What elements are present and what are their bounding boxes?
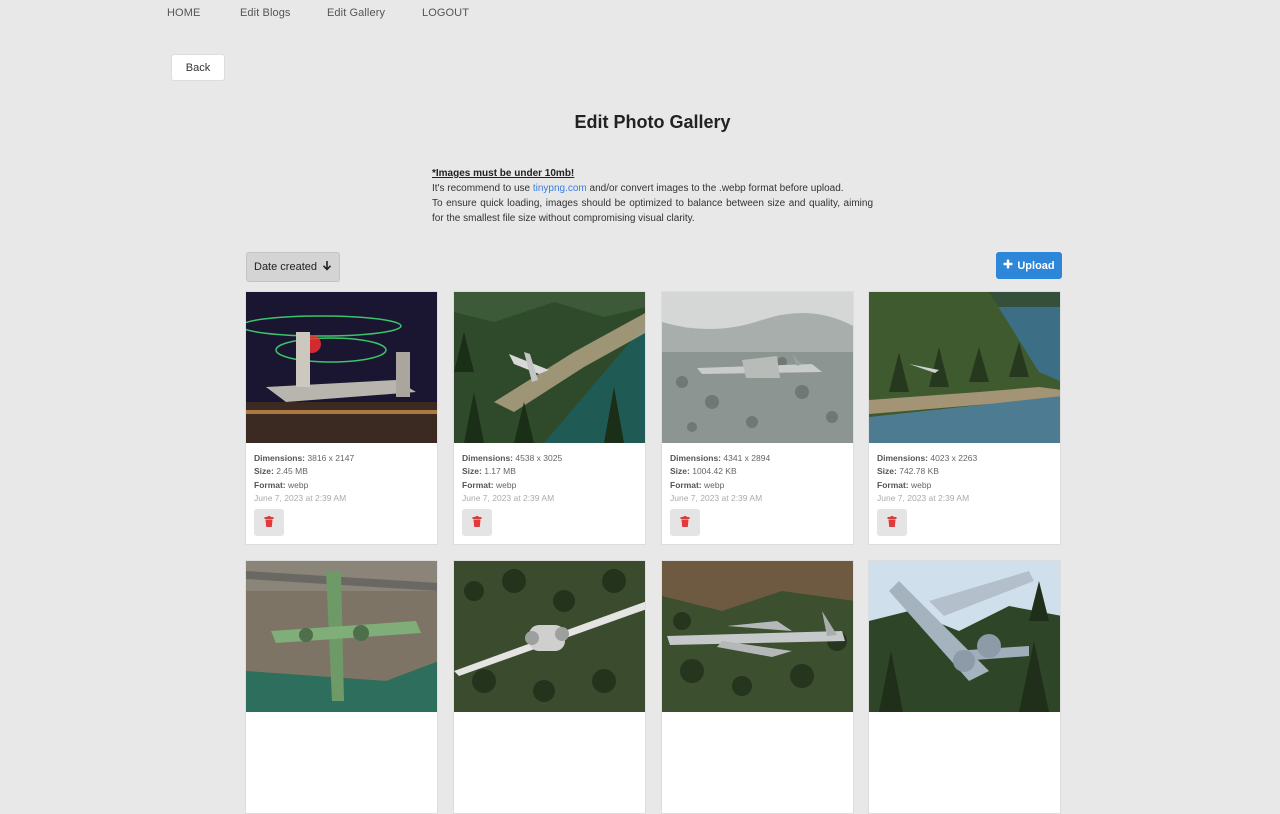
format-value: webp	[288, 479, 309, 490]
size-value: 2.45 MB	[276, 466, 308, 477]
dimensions-value: 4023 x 2263	[930, 453, 978, 463]
nav-home-link[interactable]: HOME	[167, 7, 200, 19]
format-value: webp	[704, 479, 725, 490]
notice-line-1: It's recommend to use tinypng.com and/or…	[432, 181, 873, 196]
nav-edit-blogs-link[interactable]: Edit Blogs	[240, 7, 291, 19]
gallery-image	[662, 292, 853, 443]
dimensions-label: Dimensions:	[462, 453, 514, 463]
gallery-image	[454, 292, 645, 443]
trash-icon	[887, 514, 897, 532]
plus-icon	[1003, 259, 1013, 272]
nav-logout-link[interactable]: LOGOUT	[422, 7, 469, 19]
gallery-image	[662, 561, 853, 712]
gallery-card: Dimensions: 4538 x 3025 Size: 1.17 MB Fo…	[453, 291, 646, 545]
size-value: 742.78 KB	[899, 466, 939, 477]
nav-edit-gallery-link[interactable]: Edit Gallery	[327, 7, 385, 19]
delete-button[interactable]	[877, 509, 907, 536]
format-label: Format:	[670, 479, 702, 490]
image-metadata: Dimensions: 4538 x 3025 Size: 1.17 MB Fo…	[462, 452, 562, 505]
delete-button[interactable]	[254, 509, 284, 536]
dimensions-value: 4538 x 3025	[515, 453, 563, 463]
created-date: June 7, 2023 at 2:39 AM	[877, 492, 970, 503]
notice-line-1-pre: It's recommend to use	[432, 183, 533, 194]
sort-date-created-button[interactable]: Date created	[246, 252, 340, 282]
upload-button[interactable]: Upload	[996, 252, 1062, 279]
gallery-image	[246, 292, 437, 443]
trash-icon	[264, 514, 274, 532]
delete-button[interactable]	[462, 509, 492, 536]
format-value: webp	[911, 479, 932, 490]
top-nav: HOME Edit Blogs Edit Gallery LOGOUT	[0, 0, 1280, 28]
trash-icon	[680, 514, 690, 532]
dimensions-label: Dimensions:	[254, 453, 306, 463]
image-metadata: Dimensions: 3816 x 2147 Size: 2.45 MB Fo…	[254, 452, 354, 505]
created-date: June 7, 2023 at 2:39 AM	[462, 492, 555, 503]
image-metadata: Dimensions: 4341 x 2894 Size: 1004.42 KB…	[670, 452, 770, 505]
gallery-image	[869, 561, 1060, 712]
delete-button[interactable]	[670, 509, 700, 536]
format-value: webp	[496, 479, 517, 490]
dimensions-value: 3816 x 2147	[307, 453, 355, 463]
size-label: Size:	[877, 466, 897, 477]
created-date: June 7, 2023 at 2:39 AM	[670, 492, 763, 503]
gallery-card	[661, 560, 854, 814]
gallery-card: Dimensions: 3816 x 2147 Size: 2.45 MB Fo…	[245, 291, 438, 545]
tinypng-link[interactable]: tinypng.com	[533, 183, 587, 194]
format-label: Format:	[462, 479, 494, 490]
size-value: 1.17 MB	[484, 466, 516, 477]
dimensions-value: 4341 x 2894	[723, 453, 771, 463]
gallery-card: Dimensions: 4023 x 2263 Size: 742.78 KB …	[868, 291, 1061, 545]
size-label: Size:	[254, 466, 274, 477]
upload-label: Upload	[1017, 259, 1055, 272]
format-label: Format:	[254, 479, 286, 490]
back-button[interactable]: Back	[171, 54, 225, 81]
size-value: 1004.42 KB	[692, 466, 737, 477]
notice-line-1-post: and/or convert images to the .webp forma…	[586, 183, 844, 194]
gallery-card	[245, 560, 438, 814]
size-label: Size:	[670, 466, 690, 477]
format-label: Format:	[877, 479, 909, 490]
notice-line-2: To ensure quick loading, images should b…	[432, 198, 873, 224]
image-metadata: Dimensions: 4023 x 2263 Size: 742.78 KB …	[877, 452, 977, 505]
gallery-image	[246, 561, 437, 712]
trash-icon	[472, 514, 482, 532]
sort-label: Date created	[254, 261, 317, 273]
page-title: Edit Photo Gallery	[574, 112, 731, 132]
size-label: Size:	[462, 466, 482, 477]
gallery-card	[868, 560, 1061, 814]
gallery-image	[869, 292, 1060, 443]
dimensions-label: Dimensions:	[877, 453, 929, 463]
size-warning: *Images must be under 10mb!	[432, 168, 575, 179]
dimensions-label: Dimensions:	[670, 453, 722, 463]
arrow-down-icon	[322, 260, 332, 274]
gallery-card: Dimensions: 4341 x 2894 Size: 1004.42 KB…	[661, 291, 854, 545]
created-date: June 7, 2023 at 2:39 AM	[254, 492, 347, 503]
gallery-card	[453, 560, 646, 814]
upload-notice: *Images must be under 10mb! It's recomme…	[432, 166, 873, 226]
gallery-image	[454, 561, 645, 712]
